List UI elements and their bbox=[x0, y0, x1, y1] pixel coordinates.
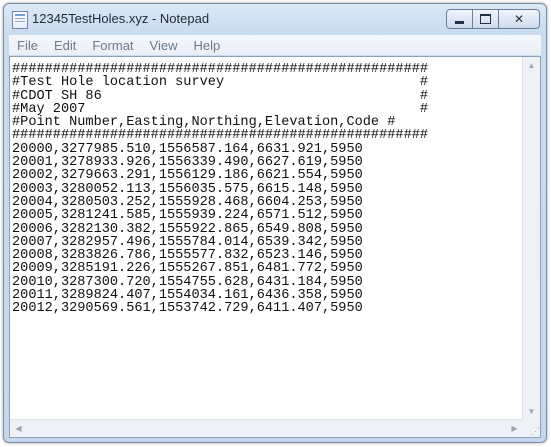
minimize-icon bbox=[455, 20, 464, 24]
text-line: 20009,3285191.226,1555267.851,6481.772,5… bbox=[12, 261, 363, 277]
caption-buttons: ✕ bbox=[446, 9, 540, 29]
text-line: 20004,3280503.252,1555928.468,6604.253,5… bbox=[12, 194, 363, 210]
text-line: 20011,3289824.407,1554034.161,6436.358,5… bbox=[12, 288, 363, 304]
scroll-right-icon[interactable]: ▶ bbox=[506, 420, 523, 437]
text-line: #CDOT SH 86 # bbox=[12, 88, 429, 104]
horizontal-scrollbar[interactable]: ◀ ▶ bbox=[10, 419, 523, 437]
menu-view[interactable]: View bbox=[142, 38, 186, 53]
minimize-button[interactable] bbox=[446, 9, 473, 29]
text-line: 20005,3281241.585,1555939.224,6571.512,5… bbox=[12, 208, 363, 224]
menu-help[interactable]: Help bbox=[185, 38, 228, 53]
menu-format[interactable]: Format bbox=[84, 38, 141, 53]
title-bar[interactable]: 12345TestHoles.xyz - Notepad ✕ bbox=[4, 4, 546, 34]
notepad-window: 12345TestHoles.xyz - Notepad ✕ File Edit… bbox=[3, 3, 547, 443]
text-line: #Test Hole location survey # bbox=[12, 75, 429, 91]
notepad-icon[interactable] bbox=[12, 11, 28, 29]
text-line: 20000,3277985.510,1556587.164,6631.921,5… bbox=[12, 141, 363, 157]
close-button[interactable]: ✕ bbox=[498, 9, 540, 29]
text-line: 20006,3282130.382,1555922.865,6549.808,5… bbox=[12, 221, 363, 237]
text-line: #Point Number,Easting,Northing,Elevation… bbox=[12, 115, 396, 131]
text-line: ########################################… bbox=[12, 128, 429, 144]
editor-client: ########################################… bbox=[9, 56, 541, 438]
text-line: 20008,3283826.786,1555577.832,6523.146,5… bbox=[12, 248, 363, 264]
text-line: 20007,3282957.496,1555784.014,6539.342,5… bbox=[12, 234, 363, 250]
close-icon: ✕ bbox=[513, 12, 525, 26]
window-title: 12345TestHoles.xyz - Notepad bbox=[32, 11, 210, 26]
scroll-left-icon[interactable]: ◀ bbox=[10, 420, 27, 437]
text-line: 20002,3279663.291,1556129.186,6621.554,5… bbox=[12, 168, 363, 184]
menu-file[interactable]: File bbox=[9, 38, 46, 53]
scroll-down-icon[interactable]: ▼ bbox=[523, 403, 540, 420]
menu-bar: File Edit Format View Help bbox=[9, 35, 541, 55]
text-line: 20001,3278933.926,1556339.490,6627.619,5… bbox=[12, 155, 363, 171]
size-grip-icon[interactable]: ⋰ bbox=[523, 420, 540, 437]
text-line: ########################################… bbox=[12, 62, 429, 77]
text-line: 20010,3287300.720,1554755.628,6431.184,5… bbox=[12, 274, 363, 290]
text-editor[interactable]: ########################################… bbox=[10, 57, 523, 420]
maximize-icon bbox=[480, 14, 491, 24]
scroll-up-icon[interactable]: ▲ bbox=[523, 57, 540, 74]
text-line: 20012,3290569.561,1553742.729,6411.407,5… bbox=[12, 301, 363, 317]
menu-edit[interactable]: Edit bbox=[46, 38, 84, 53]
vertical-scrollbar[interactable]: ▲ ▼ bbox=[522, 57, 540, 420]
maximize-button[interactable] bbox=[472, 9, 499, 29]
text-line: 20003,3280052.113,1556035.575,6615.148,5… bbox=[12, 181, 363, 197]
text-line: #May 2007 # bbox=[12, 101, 429, 117]
